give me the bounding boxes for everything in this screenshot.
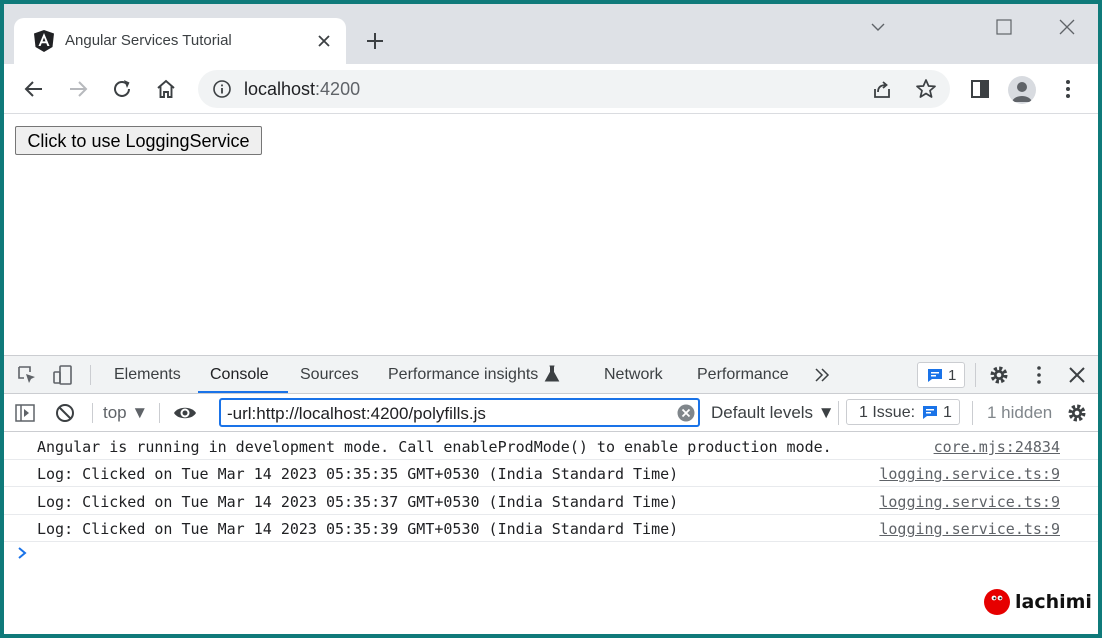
- brand-name: lachimi: [1015, 591, 1092, 613]
- log-message: Log: Clicked on Tue Mar 14 2023 05:35:35…: [37, 465, 679, 483]
- console-output: Angular is running in development mode. …: [4, 433, 1098, 634]
- console-log-row: Log: Clicked on Tue Mar 14 2023 05:35:37…: [4, 488, 1098, 515]
- angular-logo-icon: [34, 30, 54, 52]
- window-close-icon[interactable]: [1056, 16, 1078, 38]
- console-log-row: Angular is running in development mode. …: [4, 433, 1098, 460]
- message-icon: [923, 406, 937, 419]
- log-source-link[interactable]: logging.service.ts:9: [879, 493, 1060, 511]
- console-settings-gear-icon[interactable]: [1066, 402, 1088, 424]
- back-arrow-icon[interactable]: [22, 77, 46, 101]
- address-bar[interactable]: localhost:4200: [198, 70, 950, 108]
- new-tab-plus-icon[interactable]: [364, 30, 386, 52]
- tab-title: Angular Services Tutorial: [65, 32, 232, 49]
- console-filter-bar: top ▼ -url:http://localhost:4200/polyfil…: [4, 394, 1098, 432]
- console-log-row: Log: Clicked on Tue Mar 14 2023 05:35:39…: [4, 515, 1098, 542]
- messages-count: 1: [948, 367, 957, 384]
- browser-toolbar: localhost:4200: [4, 64, 1098, 114]
- tab-network[interactable]: Network: [604, 366, 663, 384]
- levels-label: Default levels: [711, 403, 814, 422]
- issues-count: 1: [943, 404, 952, 421]
- flask-icon: [544, 365, 560, 382]
- address-url[interactable]: localhost:4200: [244, 79, 360, 100]
- brand-mascot-icon: [984, 589, 1010, 615]
- console-log-row: Log: Clicked on Tue Mar 14 2023 05:35:35…: [4, 460, 1098, 487]
- page-viewport: Click to use LoggingService: [4, 115, 1098, 355]
- profile-avatar[interactable]: [1008, 76, 1036, 104]
- more-tabs-chevron-icon[interactable]: [812, 365, 832, 385]
- tab-performance[interactable]: Performance: [697, 366, 789, 384]
- address-host: localhost: [244, 79, 316, 99]
- log-message: Angular is running in development mode. …: [37, 438, 832, 456]
- browser-window: Angular Services Tutorial localhost:4200…: [4, 4, 1098, 634]
- active-tab-indicator: [198, 391, 288, 393]
- device-toolbar-icon[interactable]: [52, 364, 74, 386]
- eye-icon[interactable]: [172, 402, 198, 424]
- console-prompt-chevron-icon[interactable]: [16, 546, 28, 560]
- log-message: Log: Clicked on Tue Mar 14 2023 05:35:39…: [37, 520, 679, 538]
- inspect-element-icon[interactable]: [16, 364, 38, 386]
- watermark-logo: lachimi: [984, 589, 1094, 619]
- address-port: :4200: [315, 79, 361, 99]
- tab-elements[interactable]: Elements: [114, 366, 181, 384]
- bookmark-star-icon[interactable]: [914, 77, 938, 101]
- issues-badge[interactable]: 1 Issue: 1: [846, 399, 960, 425]
- separator: [838, 401, 839, 425]
- info-icon[interactable]: [212, 79, 232, 99]
- tab-console[interactable]: Console: [210, 366, 269, 384]
- share-icon[interactable]: [870, 77, 894, 101]
- home-icon[interactable]: [154, 77, 178, 101]
- context-selector[interactable]: top ▼: [103, 403, 148, 423]
- side-panel-icon[interactable]: [968, 77, 992, 101]
- separator: [159, 403, 160, 423]
- tab-sources[interactable]: Sources: [300, 366, 359, 384]
- chevron-down-icon[interactable]: [867, 16, 889, 38]
- separator: [92, 403, 93, 423]
- separator: [90, 365, 91, 385]
- clear-filter-icon[interactable]: [677, 404, 695, 422]
- use-logging-service-button[interactable]: Click to use LoggingService: [15, 126, 262, 155]
- filter-value: -url:http://localhost:4200/polyfills.js: [227, 404, 486, 423]
- clear-console-icon[interactable]: [54, 402, 76, 424]
- log-message: Log: Clicked on Tue Mar 14 2023 05:35:37…: [37, 493, 679, 511]
- close-icon[interactable]: [316, 33, 332, 49]
- sidebar-toggle-icon[interactable]: [14, 402, 36, 424]
- browser-tab-active[interactable]: Angular Services Tutorial: [14, 18, 346, 64]
- reload-icon[interactable]: [110, 77, 134, 101]
- messages-badge[interactable]: 1: [917, 362, 965, 388]
- context-label: top: [103, 403, 127, 422]
- separator: [972, 401, 973, 425]
- tab-performance-insights[interactable]: Performance insights: [388, 366, 538, 384]
- forward-arrow-icon[interactable]: [66, 77, 90, 101]
- log-source-link[interactable]: logging.service.ts:9: [879, 520, 1060, 538]
- separator: [975, 363, 976, 387]
- eyes-icon: [991, 595, 1003, 601]
- person-icon: [1012, 82, 1032, 102]
- gear-icon[interactable]: [988, 364, 1010, 386]
- kebab-menu-icon[interactable]: [1056, 77, 1080, 101]
- hidden-messages-count: 1 hidden: [987, 403, 1053, 422]
- console-filter-input[interactable]: -url:http://localhost:4200/polyfills.js: [219, 398, 700, 427]
- kebab-menu-icon[interactable]: [1028, 364, 1050, 386]
- tab-strip: Angular Services Tutorial: [4, 4, 1098, 64]
- message-icon: [928, 369, 942, 382]
- maximize-icon[interactable]: [993, 16, 1015, 38]
- devtools-tab-bar: Elements Console Sources Performance ins…: [4, 356, 1098, 394]
- close-devtools-icon[interactable]: [1066, 364, 1088, 386]
- log-source-link[interactable]: core.mjs:24834: [934, 438, 1060, 456]
- log-source-link[interactable]: logging.service.ts:9: [879, 465, 1060, 483]
- log-levels-dropdown[interactable]: Default levels ▼: [711, 403, 835, 423]
- issues-label: 1 Issue:: [859, 404, 916, 421]
- devtools-panel: Elements Console Sources Performance ins…: [4, 355, 1098, 634]
